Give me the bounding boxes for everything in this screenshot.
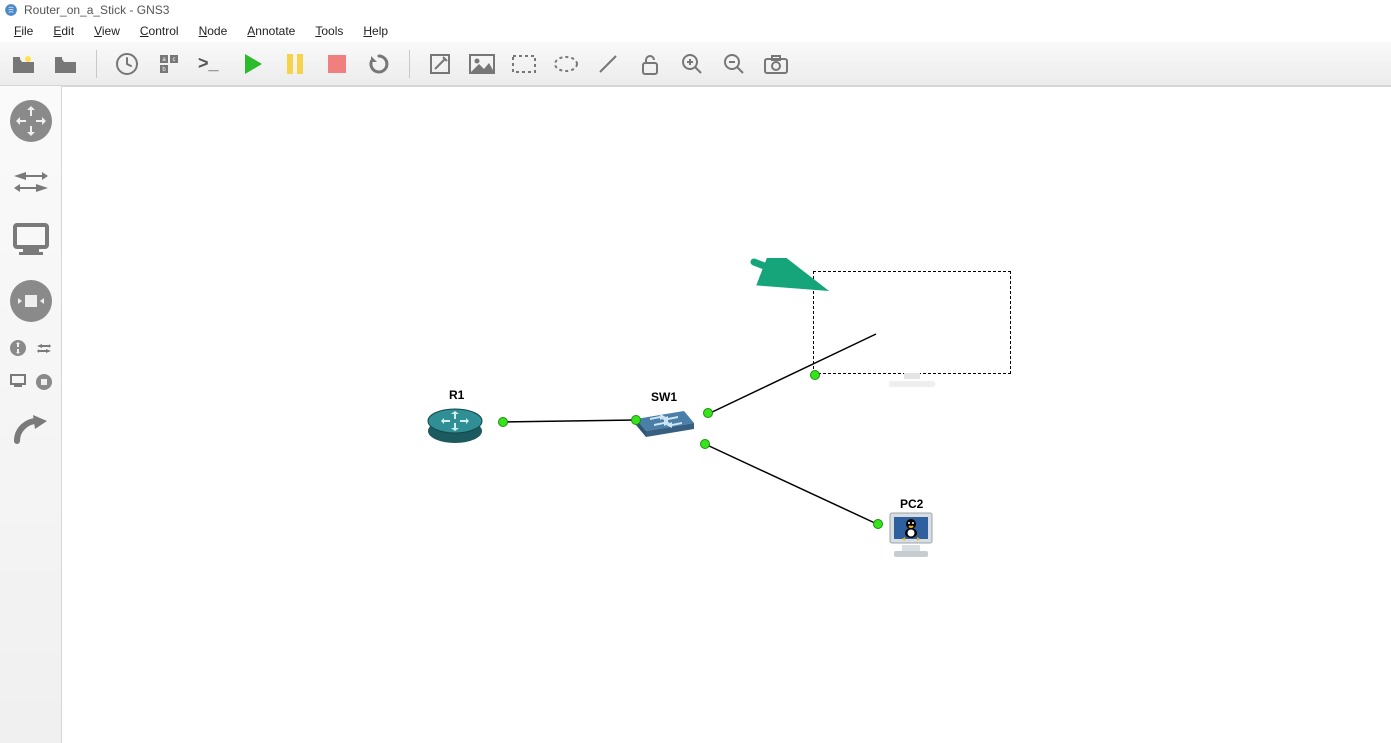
menu-file[interactable]: File: [6, 22, 41, 40]
dock-all-devices-button[interactable]: [8, 338, 28, 358]
node-label-sw1[interactable]: SW1: [651, 390, 677, 404]
monitor-stand-icon: [882, 373, 942, 389]
port-pc1[interactable]: [810, 370, 820, 380]
stop-all-button[interactable]: [323, 50, 351, 78]
zoom-out-button[interactable]: [720, 50, 748, 78]
toolbar-separator: [409, 50, 410, 78]
app-icon: [4, 3, 18, 17]
link-sw1-pc2[interactable]: [707, 445, 877, 524]
dock-enddevices-button[interactable]: [8, 218, 54, 264]
device-dock: [0, 86, 62, 743]
link-r1-sw1[interactable]: [502, 420, 637, 422]
dock-pc-small-button[interactable]: [8, 372, 28, 392]
toolbar-separator: [96, 50, 97, 78]
topology-canvas-wrap: R1 SW1: [62, 86, 1391, 743]
menu-help[interactable]: Help: [355, 22, 396, 40]
dock-small-row2: [8, 372, 54, 392]
menu-tools[interactable]: Tools: [307, 22, 351, 40]
dock-switches-button[interactable]: [8, 158, 54, 204]
menu-node[interactable]: Node: [191, 22, 236, 40]
port-sw1-bottomright[interactable]: [700, 439, 710, 449]
node-label-r1[interactable]: R1: [449, 388, 464, 402]
svg-text:>_: >_: [198, 54, 220, 73]
draw-rectangle-button[interactable]: [510, 50, 538, 78]
dock-switch-small-button[interactable]: [34, 338, 54, 358]
dock-security-button[interactable]: [8, 278, 54, 324]
menubar: File Edit View Control Node Annotate Too…: [0, 20, 1391, 42]
switch-sw1-icon[interactable]: [630, 405, 700, 441]
dock-small-row1: [8, 338, 54, 358]
lock-button[interactable]: [636, 50, 664, 78]
menu-annotate[interactable]: Annotate: [239, 22, 303, 40]
node-label-pc2[interactable]: PC2: [900, 497, 923, 511]
screenshot-button[interactable]: [762, 50, 790, 78]
show-labels-button[interactable]: acb: [155, 50, 183, 78]
svg-text:c: c: [173, 57, 176, 63]
open-project-button[interactable]: [10, 50, 38, 78]
dock-routers-button[interactable]: [8, 98, 54, 144]
dock-add-link-button[interactable]: [8, 406, 54, 452]
dock-security-small-button[interactable]: [34, 372, 54, 392]
menu-control[interactable]: Control: [132, 22, 187, 40]
port-sw1-left[interactable]: [631, 415, 641, 425]
draw-line-button[interactable]: [594, 50, 622, 78]
toolbar: acb >_: [0, 42, 1391, 86]
port-sw1-topright[interactable]: [703, 408, 713, 418]
open-folder-button[interactable]: [52, 50, 80, 78]
router-r1-icon[interactable]: [426, 403, 484, 445]
snapshot-button[interactable]: [113, 50, 141, 78]
console-all-button[interactable]: >_: [197, 50, 225, 78]
window-title: Router_on_a_Stick - GNS3: [24, 3, 169, 17]
zoom-in-button[interactable]: [678, 50, 706, 78]
port-pc2[interactable]: [873, 519, 883, 529]
menu-view[interactable]: View: [86, 22, 128, 40]
add-note-button[interactable]: [426, 50, 454, 78]
topology-canvas[interactable]: R1 SW1: [62, 87, 1391, 743]
links-layer: [62, 87, 1391, 743]
draw-ellipse-button[interactable]: [552, 50, 580, 78]
drag-selection-rect[interactable]: [813, 271, 1011, 374]
pc2-icon[interactable]: [884, 511, 938, 563]
menu-edit[interactable]: Edit: [45, 22, 82, 40]
port-r1-e0[interactable]: [498, 417, 508, 427]
annotation-arrow: [750, 258, 830, 298]
reload-all-button[interactable]: [365, 50, 393, 78]
insert-image-button[interactable]: [468, 50, 496, 78]
start-all-button[interactable]: [239, 50, 267, 78]
window-titlebar: Router_on_a_Stick - GNS3: [0, 0, 1391, 20]
pause-all-button[interactable]: [281, 50, 309, 78]
